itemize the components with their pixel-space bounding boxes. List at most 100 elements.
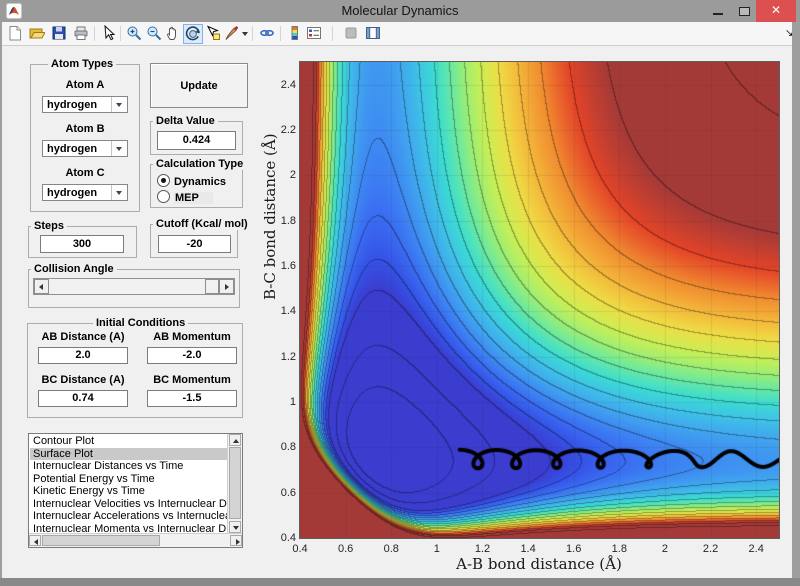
scroll-up-button[interactable] [229, 434, 241, 446]
list-item[interactable]: Potential Energy vs Time [30, 473, 230, 486]
bc-momentum-field[interactable]: -1.5 [147, 390, 237, 407]
x-tick-label: 2.4 [736, 543, 776, 555]
arrow-down-icon [233, 526, 239, 530]
x-tick-label: 2.2 [691, 543, 731, 555]
toolbar-separator [120, 26, 121, 41]
y-tick-label: 1 [255, 396, 296, 408]
steps-field[interactable]: 300 [40, 235, 124, 253]
y-tick-label: 2.4 [255, 79, 296, 91]
bc-distance-label: BC Distance (A) [38, 374, 128, 386]
horizontal-scroll-thumb[interactable] [42, 535, 160, 546]
arrow-left-icon [39, 284, 43, 290]
data-cursor-icon[interactable] [204, 25, 222, 42]
list-item[interactable]: Kinetic Energy vs Time [30, 485, 230, 498]
chevron-down-icon[interactable] [111, 185, 127, 200]
x-tick-label: 1.4 [508, 543, 548, 555]
panel-title: Collision Angle [31, 263, 117, 275]
list-item[interactable]: Surface Plot [30, 448, 230, 461]
link-plot-icon[interactable] [258, 25, 276, 42]
y-tick-label: 1.2 [255, 351, 296, 363]
maximize-button[interactable] [732, 0, 756, 22]
window-border-right [792, 22, 800, 578]
slider-left-arrow[interactable] [34, 279, 49, 294]
radio-mep[interactable]: MEP [157, 190, 213, 204]
scroll-down-button[interactable] [229, 521, 241, 533]
bc-distance-field[interactable]: 0.74 [38, 390, 128, 407]
list-item[interactable]: Contour Plot [30, 435, 230, 448]
radio-button-icon[interactable] [157, 190, 170, 203]
scroll-right-button[interactable] [230, 535, 242, 546]
panel-title: Cutoff (Kcal/ mol) [153, 218, 251, 230]
atom-a-label: Atom A [30, 79, 140, 91]
panel-title: Steps [31, 220, 67, 232]
vertical-scroll-thumb[interactable] [229, 447, 241, 519]
insert-legend-icon[interactable] [305, 25, 323, 42]
rotate-3d-icon[interactable] [183, 24, 203, 44]
atom-c-dropdown[interactable]: hydrogen [42, 184, 128, 201]
pointer-icon[interactable] [99, 25, 117, 42]
potential-energy-surface-plot[interactable] [300, 62, 779, 538]
x-tick-label: 1.2 [462, 543, 502, 555]
new-figure-icon[interactable] [6, 25, 24, 42]
zoom-in-icon[interactable] [125, 25, 143, 42]
arrow-right-icon [236, 539, 240, 545]
y-tick-label: 1.4 [255, 305, 296, 317]
list-item[interactable]: Internuclear Velocities vs Internuclear … [30, 498, 230, 511]
list-item[interactable]: Internuclear Accelerations vs Internucle… [30, 510, 230, 523]
ab-distance-field[interactable]: 2.0 [38, 347, 128, 364]
arrow-right-icon [225, 284, 229, 290]
show-plot-tools-icon[interactable] [364, 25, 382, 42]
arrow-left-icon [34, 539, 38, 545]
collision-angle-slider[interactable] [33, 278, 235, 295]
list-item[interactable]: Internuclear Distances vs Time [30, 460, 230, 473]
toolbar-separator [94, 26, 95, 41]
open-file-icon[interactable] [28, 25, 46, 42]
window-title: Molecular Dynamics [0, 0, 800, 22]
radio-dynamics[interactable]: Dynamics [157, 174, 226, 188]
window-border-left [0, 22, 2, 578]
atom-c-label: Atom C [30, 167, 140, 179]
pan-icon[interactable] [164, 25, 182, 42]
atom-b-dropdown[interactable]: hydrogen [42, 140, 128, 157]
atom-a-dropdown[interactable]: hydrogen [42, 96, 128, 113]
maximize-icon [739, 7, 750, 16]
x-axis-label: A-B bond distance (Å) [389, 555, 689, 573]
x-tick-label: 0.6 [326, 543, 366, 555]
x-tick-label: 1.6 [554, 543, 594, 555]
update-button[interactable]: Update [150, 63, 248, 108]
ab-momentum-label: AB Momentum [147, 331, 237, 343]
bc-momentum-label: BC Momentum [147, 374, 237, 386]
scroll-left-button[interactable] [29, 535, 41, 546]
ab-distance-label: AB Distance (A) [38, 331, 128, 343]
figure-toolbar: ↘ [2, 22, 792, 46]
toolbar-separator [280, 26, 281, 41]
chevron-down-icon[interactable] [111, 97, 127, 112]
x-tick-label: 2 [645, 543, 685, 555]
toolbar-separator [332, 26, 333, 41]
brush-icon[interactable] [223, 25, 241, 42]
chevron-down-icon[interactable] [111, 141, 127, 156]
minimize-icon [713, 13, 723, 15]
plot-type-listbox[interactable]: Contour Plot Surface Plot Internuclear D… [28, 433, 243, 548]
zoom-out-icon[interactable] [145, 25, 163, 42]
delta-value-field[interactable]: 0.424 [157, 131, 236, 150]
y-tick-label: 0.4 [255, 532, 296, 544]
print-figure-icon[interactable] [72, 25, 90, 42]
ab-momentum-field[interactable]: -2.0 [147, 347, 237, 364]
close-button[interactable]: ✕ [756, 0, 796, 22]
cutoff-field[interactable]: -20 [158, 235, 231, 253]
minimize-button[interactable] [706, 0, 730, 22]
x-tick-label: 0.8 [371, 543, 411, 555]
vertical-scrollbar[interactable] [227, 434, 242, 533]
radio-button-icon[interactable] [157, 174, 170, 187]
slider-thumb[interactable] [205, 279, 219, 294]
panel-title: Atom Types [48, 58, 116, 70]
y-tick-label: 0.8 [255, 441, 296, 453]
hide-plot-tools-icon[interactable] [342, 25, 360, 42]
slider-right-arrow[interactable] [219, 279, 234, 294]
brush-dropdown-arrow-icon[interactable] [242, 32, 248, 36]
window-border-bottom [0, 578, 800, 586]
insert-colorbar-icon[interactable] [286, 25, 304, 42]
save-figure-icon[interactable] [50, 25, 68, 42]
horizontal-scrollbar[interactable] [29, 533, 242, 547]
